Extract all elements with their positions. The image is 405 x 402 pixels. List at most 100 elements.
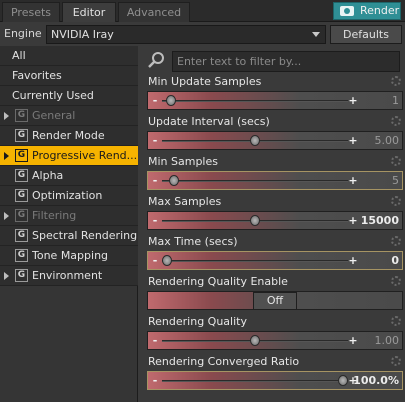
sidebar-item-1[interactable]: Favorites — [0, 66, 138, 86]
engine-row: Engine : NVIDIA Iray Defaults — [0, 23, 405, 45]
slider-knob[interactable] — [169, 175, 180, 186]
sidebar-item-4[interactable]: G Render Mode — [0, 126, 138, 146]
gear-icon[interactable] — [391, 156, 401, 166]
sidebar-item-label: Optimization — [32, 189, 103, 202]
decrement-button[interactable]: - — [150, 333, 160, 348]
group-icon: G — [15, 109, 28, 122]
slider-track[interactable]: - +5 — [147, 171, 403, 190]
expand-arrow-icon[interactable] — [4, 112, 9, 120]
slider-track[interactable]: - +5.00 — [147, 131, 403, 150]
property-title: Rendering Quality Enable — [148, 275, 288, 288]
sidebar-item-label: Environment — [32, 269, 103, 282]
slider-track[interactable]: - +1 — [147, 91, 403, 110]
group-icon: G — [15, 129, 28, 142]
search-icon[interactable] — [146, 51, 166, 71]
expand-arrow-icon[interactable] — [4, 212, 9, 220]
sidebar-item-label: All — [12, 49, 26, 62]
property-value[interactable]: 15000 — [361, 213, 399, 228]
slider-knob[interactable] — [250, 215, 260, 226]
toggle-button[interactable]: Off — [253, 292, 297, 310]
sidebar-item-label: Filtering — [32, 209, 77, 222]
sidebar-item-label: Favorites — [12, 69, 62, 82]
slider-rail — [162, 100, 348, 102]
group-icon: G — [15, 189, 28, 202]
sidebar-item-6[interactable]: G Alpha — [0, 166, 138, 186]
group-icon: G — [15, 229, 28, 242]
sidebar-item-label: Render Mode — [32, 129, 105, 142]
slider-knob[interactable] — [250, 135, 260, 146]
decrement-button[interactable]: - — [150, 373, 160, 388]
filter-row — [142, 49, 405, 73]
gear-icon[interactable] — [391, 356, 401, 366]
property-value[interactable]: 100.0% — [353, 373, 399, 388]
property-row: Min Samples - +5 — [145, 153, 403, 191]
sidebar-item-10[interactable]: G Tone Mapping — [0, 246, 138, 266]
increment-button[interactable]: + — [348, 93, 358, 108]
slider-knob[interactable] — [162, 255, 172, 266]
chevron-down-icon — [312, 32, 320, 37]
sidebar-item-7[interactable]: G Optimization — [0, 186, 138, 206]
sidebar-item-5[interactable]: G Progressive Rend... — [0, 146, 138, 166]
defaults-button[interactable]: Defaults — [330, 25, 402, 44]
property-value[interactable]: 1 — [392, 93, 399, 108]
filter-input[interactable] — [172, 51, 400, 72]
sidebar-item-2[interactable]: Currently Used — [0, 86, 138, 106]
slider-knob[interactable] — [165, 95, 176, 106]
property-row: Rendering Quality - +1.00 — [145, 313, 403, 351]
property-value[interactable]: 1.00 — [375, 333, 400, 348]
slider-track[interactable]: - +15000 — [147, 211, 403, 230]
render-button[interactable]: Render — [333, 2, 401, 20]
increment-button[interactable]: + — [348, 213, 358, 228]
property-value[interactable]: 5.00 — [375, 133, 400, 148]
gear-icon[interactable] — [391, 116, 401, 126]
property-title: Rendering Quality — [148, 315, 247, 328]
gear-icon[interactable] — [391, 276, 401, 286]
sidebar: All Favorites Currently Used G General G Rende… — [0, 46, 138, 402]
slider-track[interactable]: - +0 — [147, 251, 403, 270]
increment-button[interactable]: + — [348, 333, 358, 348]
property-title: Min Samples — [148, 155, 218, 168]
property-value[interactable]: 5 — [392, 173, 399, 188]
sidebar-item-label: General — [32, 109, 76, 122]
slider-knob[interactable] — [250, 335, 260, 346]
group-icon: G — [15, 209, 28, 222]
sidebar-item-label: Spectral Rendering — [32, 229, 138, 242]
expand-arrow-icon[interactable] — [4, 272, 9, 280]
increment-button[interactable]: + — [348, 173, 358, 188]
group-icon: G — [15, 169, 28, 182]
expand-arrow-icon[interactable] — [4, 152, 9, 160]
sidebar-item-11[interactable]: G Environment — [0, 266, 138, 286]
property-row: Update Interval (secs) - +5.00 — [145, 113, 403, 151]
sidebar-item-label: Progressive Rend... — [32, 149, 138, 162]
sidebar-item-8[interactable]: G Filtering — [0, 206, 138, 226]
decrement-button[interactable]: - — [150, 213, 160, 228]
increment-button[interactable]: + — [348, 253, 358, 268]
decrement-button[interactable]: - — [150, 173, 160, 188]
decrement-button[interactable]: - — [150, 253, 160, 268]
sidebar-item-9[interactable]: G Spectral Rendering — [0, 226, 138, 246]
sidebar-item-0[interactable]: All — [0, 46, 138, 66]
property-row: Rendering Converged Ratio - +100.0% — [145, 353, 403, 391]
render-button-label: Render — [360, 4, 400, 17]
tab-presets[interactable]: Presets — [2, 2, 60, 22]
gear-icon[interactable] — [391, 196, 401, 206]
slider-track[interactable]: - +1.00 — [147, 331, 403, 350]
decrement-button[interactable]: - — [150, 93, 160, 108]
tab-editor[interactable]: Editor — [62, 2, 116, 22]
property-title: Rendering Converged Ratio — [148, 355, 300, 368]
tab-advanced[interactable]: Advanced — [118, 2, 190, 22]
property-title: Min Update Samples — [148, 75, 262, 88]
increment-button[interactable]: + — [348, 133, 358, 148]
tab-bar: Presets Editor Advanced Render — [0, 0, 405, 22]
gear-icon[interactable] — [391, 316, 401, 326]
slider-track[interactable]: - +100.0% — [147, 371, 403, 390]
slider-knob[interactable] — [338, 375, 348, 386]
engine-label: Engine : — [4, 27, 49, 40]
property-value[interactable]: 0 — [391, 253, 399, 268]
gear-icon[interactable] — [391, 76, 401, 86]
group-icon: G — [15, 249, 28, 262]
decrement-button[interactable]: - — [150, 133, 160, 148]
sidebar-item-3[interactable]: G General — [0, 106, 138, 126]
gear-icon[interactable] — [391, 236, 401, 246]
engine-select[interactable]: NVIDIA Iray — [46, 25, 326, 44]
